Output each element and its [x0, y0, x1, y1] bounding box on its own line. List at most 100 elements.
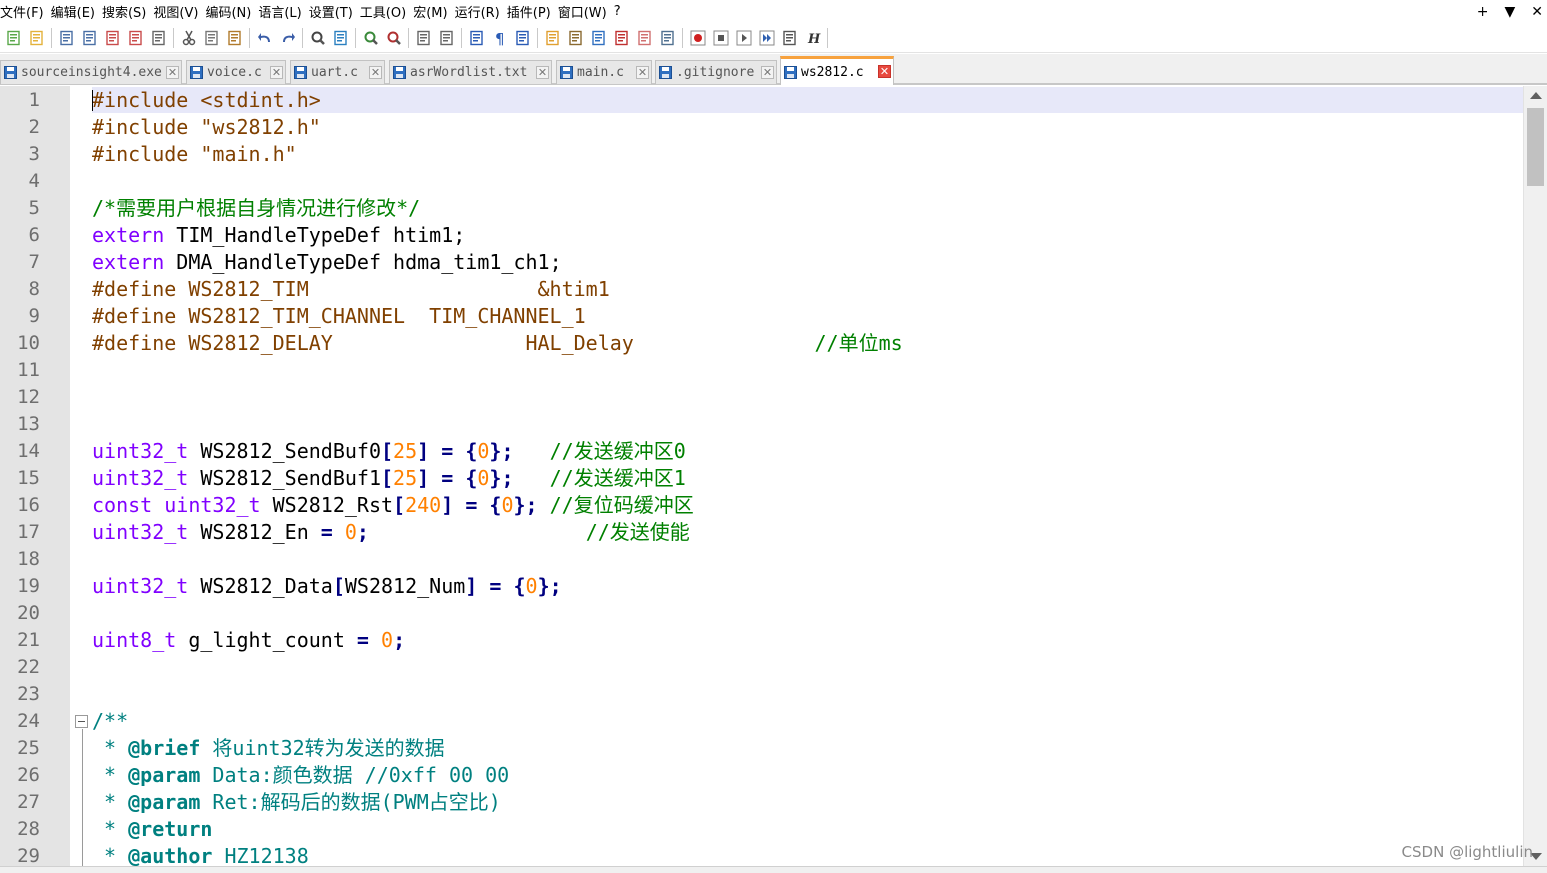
token-p	[333, 520, 345, 544]
close-all-icon[interactable]	[126, 28, 145, 47]
replace-icon[interactable]	[331, 28, 350, 47]
menu-item-0[interactable]: 文件(F)	[0, 2, 51, 21]
line-number: 10	[17, 332, 40, 354]
token-tag: @brief	[128, 736, 201, 760]
record-macro-icon[interactable]	[688, 28, 707, 47]
token-p	[453, 439, 465, 463]
token-p: WS2812_SendBuf1	[188, 466, 381, 490]
menu-item-10[interactable]: 插件(P)	[507, 2, 558, 21]
run-macro-multiple-icon[interactable]	[757, 28, 776, 47]
token-p	[477, 493, 489, 517]
menu-item-12[interactable]: ?	[614, 4, 628, 19]
tab-close-icon[interactable]: ✕	[636, 65, 649, 79]
show-all-chars-icon[interactable]: ¶	[490, 28, 509, 47]
h-icon[interactable]: H	[803, 28, 822, 47]
zoom-in-icon[interactable]	[361, 28, 380, 47]
line-number: 25	[17, 737, 40, 759]
tab-5[interactable]: .gitignore ✕	[655, 60, 777, 84]
token-cm: //发送缓冲区1	[549, 466, 686, 490]
save-icon[interactable]	[57, 28, 76, 47]
scroll-up-icon[interactable]	[1530, 92, 1542, 99]
token-doc: *	[92, 817, 129, 841]
line-number: 20	[17, 602, 40, 624]
menu-item-1[interactable]: 编辑(E)	[51, 2, 102, 21]
token-p	[453, 466, 465, 490]
token-kw: uint32_t	[92, 466, 189, 490]
tab-close-icon[interactable]: ✕	[369, 65, 382, 79]
menu-item-5[interactable]: 语言(L)	[258, 2, 308, 21]
sync-vertical-icon[interactable]	[414, 28, 433, 47]
token-op: =	[441, 466, 454, 490]
word-wrap-icon[interactable]	[467, 28, 486, 47]
document-map-icon[interactable]	[566, 28, 585, 47]
line-number: 18	[17, 548, 40, 570]
tab-close-icon[interactable]: ✕	[761, 65, 774, 79]
new-file-icon[interactable]	[4, 28, 23, 47]
code-line: * @return	[92, 816, 212, 843]
token-p	[369, 628, 381, 652]
token-p: WS2812_SendBuf0	[188, 439, 381, 463]
close-icon[interactable]	[103, 28, 122, 47]
svg-text:H: H	[807, 32, 821, 46]
close-window-icon[interactable]: ✕	[1531, 4, 1543, 20]
cut-icon[interactable]	[179, 28, 198, 47]
folder-workspace-icon[interactable]	[543, 28, 562, 47]
redo-icon[interactable]	[278, 28, 297, 47]
function-list-icon[interactable]	[612, 28, 631, 47]
scrollbar-thumb[interactable]	[1527, 108, 1544, 186]
token-p: TIM_HandleTypeDef htim1;	[164, 223, 466, 247]
menu-item-9[interactable]: 运行(R)	[455, 2, 507, 21]
token-pp: #define WS2812_TIM_CHANNEL TIM_CHANNEL_1	[92, 304, 586, 328]
menu-item-8[interactable]: 宏(M)	[413, 2, 454, 21]
code-line: uint32_t WS2812_SendBuf1[25] = {0}; //发送…	[92, 465, 686, 492]
tab-close-icon[interactable]: ✕	[878, 65, 891, 78]
stop-record-icon[interactable]	[711, 28, 730, 47]
menu-item-6[interactable]: 设置(T)	[309, 2, 360, 21]
vertical-scrollbar[interactable]	[1523, 86, 1547, 866]
indent-guide-icon[interactable]	[513, 28, 532, 47]
token-cm: //单位ms	[814, 331, 903, 355]
tab-close-icon[interactable]: ✕	[166, 65, 179, 79]
menu-item-2[interactable]: 搜索(S)	[102, 2, 153, 21]
find-icon[interactable]	[308, 28, 327, 47]
sync-horizontal-icon[interactable]	[437, 28, 456, 47]
copy-icon[interactable]	[202, 28, 221, 47]
undo-icon[interactable]	[255, 28, 274, 47]
document-list-icon[interactable]	[589, 28, 608, 47]
token-p	[369, 520, 586, 544]
tab-6[interactable]: ws2812.c ✕	[780, 56, 894, 85]
line-number-gutter: 1 2 3 4 5 6 7 8 9 10 11 12 13 14 15 16 17 18 19 20 21 22 23 24 2…	[0, 86, 70, 866]
menu-item-7[interactable]: 工具(O)	[360, 2, 413, 21]
paste-icon[interactable]	[225, 28, 244, 47]
tab-0[interactable]: sourceinsight4.exe ✕	[0, 60, 182, 84]
tab-3[interactable]: asrWordlist.txt ✕	[389, 60, 552, 84]
fold-toggle-icon[interactable]	[75, 715, 88, 728]
print-icon[interactable]	[149, 28, 168, 47]
menu-item-4[interactable]: 编码(N)	[205, 2, 258, 21]
monitor-icon[interactable]	[658, 28, 677, 47]
new-tab-plus-icon[interactable]: +	[1477, 4, 1489, 20]
code-editor[interactable]: 1 2 3 4 5 6 7 8 9 10 11 12 13 14 15 16 17 18 19 20 21 22 23 24 2…	[0, 86, 1523, 866]
token-tag: @author	[128, 844, 213, 866]
token-p	[429, 439, 441, 463]
tab-1[interactable]: voice.c ✕	[186, 60, 286, 84]
code-line: * @brief 将uint32转为发送的数据	[92, 735, 445, 762]
save-macro-icon[interactable]	[780, 28, 799, 47]
line-number: 9	[28, 305, 40, 327]
tab-4[interactable]: main.c ✕	[556, 60, 652, 84]
line-number: 15	[17, 467, 40, 489]
save-all-icon[interactable]	[80, 28, 99, 47]
open-file-icon[interactable]	[27, 28, 46, 47]
token-doc: Data:颜色数据 //0xff 00 00	[200, 763, 510, 787]
menu-item-11[interactable]: 窗口(W)	[558, 2, 614, 21]
line-number: 8	[28, 278, 40, 300]
dropdown-icon[interactable]: ▼	[1504, 4, 1515, 20]
tab-2[interactable]: uart.c ✕	[290, 60, 385, 84]
tab-close-icon[interactable]: ✕	[536, 65, 549, 79]
tab-close-icon[interactable]: ✕	[270, 65, 283, 79]
code-line: #define WS2812_DELAY HAL_Delay //单位ms	[92, 330, 903, 357]
folder-icon[interactable]	[635, 28, 654, 47]
menu-item-3[interactable]: 视图(V)	[153, 2, 205, 21]
zoom-out-icon[interactable]	[384, 28, 403, 47]
play-macro-icon[interactable]	[734, 28, 753, 47]
